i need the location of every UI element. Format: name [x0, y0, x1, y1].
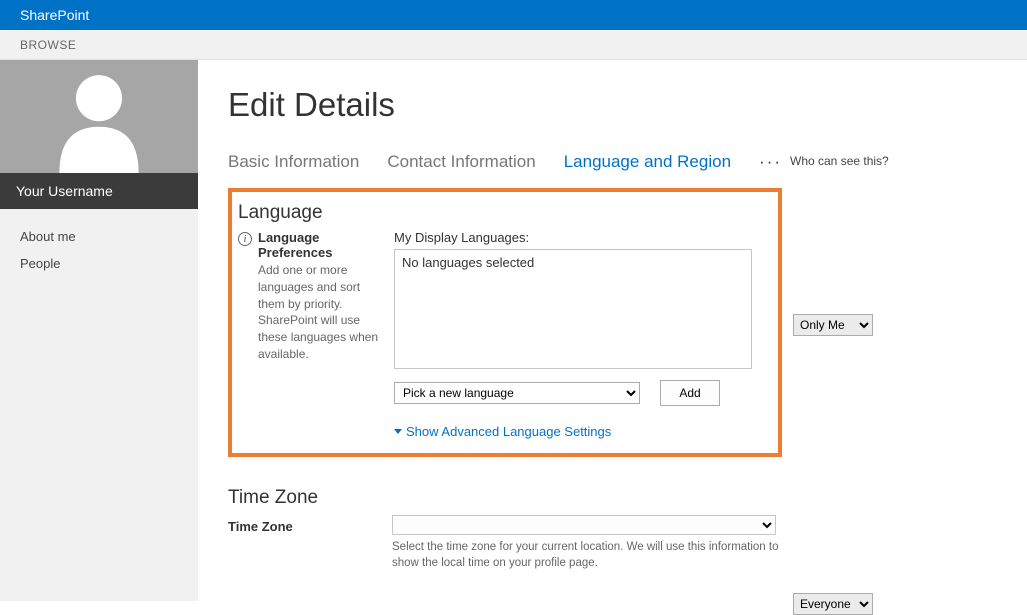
browse-tab[interactable]: BROWSE: [20, 38, 76, 52]
browse-bar: BROWSE: [0, 30, 1027, 60]
timezone-label: Time Zone: [228, 519, 384, 534]
info-icon: i: [238, 232, 252, 246]
language-privacy-select[interactable]: Only Me: [793, 314, 873, 336]
timezone-select[interactable]: [392, 515, 776, 535]
sidebar-item-people[interactable]: People: [0, 250, 198, 277]
timezone-header: Time Zone: [228, 487, 806, 509]
timezone-hint: Select the time zone for your current lo…: [392, 539, 792, 571]
tab-contact-information[interactable]: Contact Information: [387, 152, 535, 172]
app-title: SharePoint: [20, 7, 89, 23]
language-pref-desc: Add one or more languages and sort them …: [258, 262, 386, 363]
tab-language-and-region[interactable]: Language and Region: [564, 152, 731, 172]
avatar: [0, 60, 198, 173]
add-language-button[interactable]: Add: [660, 380, 720, 406]
username-label: Your Username: [0, 173, 198, 209]
display-languages-label: My Display Languages:: [394, 230, 766, 245]
more-tabs-icon[interactable]: ···: [759, 152, 782, 172]
language-pref-title: Language Preferences: [258, 230, 386, 260]
language-section-highlight: Language i Language Preferences Add one …: [228, 188, 782, 457]
advanced-link-text: Show Advanced Language Settings: [406, 424, 611, 439]
page-title: Edit Details: [228, 86, 997, 124]
display-languages-box[interactable]: No languages selected: [394, 249, 752, 369]
sidebar: Your Username About me People: [0, 60, 198, 601]
who-can-see-label: Who can see this?: [790, 154, 997, 168]
sidebar-item-about-me[interactable]: About me: [0, 223, 198, 250]
main-content: Edit Details Basic Information Contact I…: [198, 60, 1027, 601]
caret-down-icon: [394, 429, 402, 434]
pick-language-select[interactable]: Pick a new language: [394, 382, 640, 404]
timezone-section: Time Zone Time Zone Select the time zone…: [228, 487, 806, 571]
language-header: Language: [238, 202, 766, 224]
person-icon: [44, 63, 154, 173]
tab-basic-information[interactable]: Basic Information: [228, 152, 359, 172]
timezone-privacy-select[interactable]: Everyone: [793, 593, 873, 615]
top-bar: SharePoint: [0, 0, 1027, 30]
show-advanced-language-link[interactable]: Show Advanced Language Settings: [394, 424, 766, 439]
sidebar-nav: About me People: [0, 209, 198, 291]
